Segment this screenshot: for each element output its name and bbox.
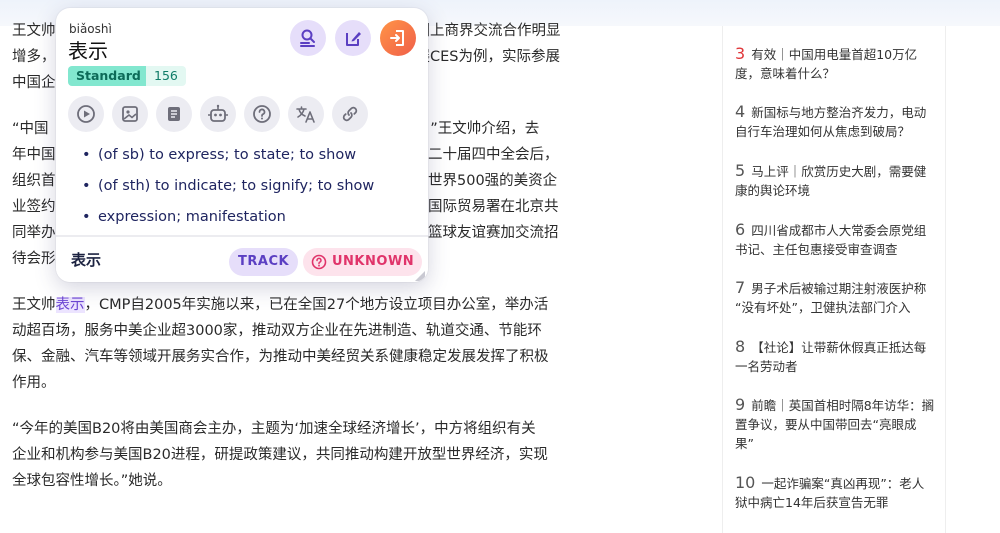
unknown-button[interactable]: UNKNOWN [303, 248, 423, 276]
help-circle-icon [311, 254, 327, 270]
dictionary-popup: biǎoshì 表示 Standard 156 • (of sb) to exp… [56, 8, 428, 282]
play-icon [77, 105, 95, 123]
exit-icon [390, 30, 404, 46]
rank-title: 果” [735, 436, 754, 451]
rank-title: 一名劳动者 [735, 359, 798, 374]
article-line: 王文帅表示，CMP自2005年实施以来，已在全国27个地方设立项目办公室，举办活 [12, 297, 549, 313]
document-icon [168, 107, 180, 121]
track-button[interactable]: TRACK [229, 248, 299, 276]
rank-number: 3 [735, 44, 746, 63]
resize-grip-icon[interactable] [415, 271, 425, 281]
help-icon [253, 105, 271, 123]
frequency-badge: 156 [146, 66, 186, 86]
ranking-item[interactable]: 3 有效｜中国用电量首超10万亿度，意味着什么？ [735, 44, 935, 83]
rank-title: 置争议，要从中国带回去“亮眼成 [735, 417, 917, 432]
article-paragraph: 王文帅表示，CMP自2005年实施以来，已在全国27个地方设立项目办公室，举办活… [12, 292, 587, 396]
level-badge: Standard [68, 66, 149, 86]
article-line: 全球包容性增长。”她说。 [12, 473, 172, 489]
image-icon [122, 106, 138, 122]
translate-icon [296, 106, 315, 123]
rank-title: 【社论】让带薪休假真正抵达每 [751, 340, 927, 355]
article-paragraph: “今年的美国B20将由美国商会主办，主题为‘加速全球经济增长’，中方将组织有关 … [12, 416, 587, 494]
ranking-item[interactable]: 10 一起诈骗案“真凶再现”：老人狱中病亡14年后获宣告无罪 [735, 473, 935, 512]
rank-title: 一起诈骗案“真凶再现”：老人 [761, 476, 925, 491]
edit-note-button[interactable] [335, 20, 371, 56]
rank-title: 自行车治理如何从焦虑到破局？ [735, 124, 911, 139]
definitions-list: (of sb) to express; to state; to show (o… [82, 143, 417, 236]
rank-title: “没有坏处”，卫健执法部门介入 [735, 300, 911, 315]
rank-number: 5 [735, 161, 746, 180]
ranking-item[interactable]: 8 【社论】让带薪休假真正抵达每一名劳动者 [735, 337, 935, 376]
rank-title: 康的舆论环境 [735, 183, 811, 198]
ranking-panel: 3 有效｜中国用电量首超10万亿度，意味着什么？ 4 新国标与地方整治齐发力，电动自… [722, 26, 946, 533]
popup-footer: 表示 TRACK UNKNOWN [56, 235, 428, 282]
link-icon [342, 106, 358, 122]
rank-title: 新国标与地方整治齐发力，电动 [751, 105, 927, 120]
translate-button[interactable] [288, 96, 324, 132]
rank-title: 书记、主任包惠接受审查调查 [735, 242, 898, 257]
play-audio-button[interactable] [68, 96, 104, 132]
article-line: 保、金融、汽车等领域开展务实合作，为推动中美经贸关系健康稳定发展发挥了积极 [12, 349, 549, 365]
rank-title: 狱中病亡14年后获宣告无罪 [735, 495, 889, 510]
article-line: 作用。 [12, 375, 56, 391]
highlighted-word[interactable]: 表示 [55, 297, 85, 313]
definition-item: (of sb) to express; to state; to show [82, 143, 417, 174]
ranking-item[interactable]: 4 新国标与地方整治齐发力，电动自行车治理如何从焦虑到破局？ [735, 102, 935, 141]
ranking-item[interactable]: 7 男子术后被输过期注射液医护称 “没有坏处”，卫健执法部门介入 [735, 278, 935, 317]
help-button[interactable] [244, 96, 280, 132]
robot-icon [208, 104, 228, 122]
rank-title: 前瞻｜英国首相时隔8年访华：搁 [751, 398, 935, 413]
headword: 表示 [68, 39, 108, 63]
definition-item: expression; manifestation [82, 205, 417, 236]
search-list-icon [300, 29, 315, 47]
ranking-item[interactable]: 6 四川省成都市人大常委会原党组书记、主任包惠接受审查调查 [735, 220, 935, 259]
ranking-item[interactable]: 9 前瞻｜英国首相时隔8年访华：搁置争议，要从中国带回去“亮眼成 果” [735, 395, 935, 453]
rank-title: 有效｜中国用电量首超10万亿 [751, 47, 918, 62]
rank-number: 10 [735, 473, 756, 492]
unknown-label: UNKNOWN [332, 254, 415, 269]
rank-title: 度，意味着什么？ [735, 66, 836, 81]
rank-number: 7 [735, 278, 746, 297]
rank-number: 6 [735, 220, 746, 239]
article-line: 企业和机构参与美国B20进程，研提政策建议，共同推动构建开放型世界经济，实现 [12, 447, 548, 463]
image-button[interactable] [112, 96, 148, 132]
rank-title: 马上评｜欣赏历史大剧，需要健 [751, 164, 927, 179]
rank-title: 男子术后被输过期注射液医护称 [751, 281, 927, 296]
document-button[interactable] [156, 96, 192, 132]
exit-button[interactable] [380, 20, 416, 56]
rank-title: 四川省成都市人大常委会原党组 [751, 223, 927, 238]
rank-number: 4 [735, 102, 746, 121]
ranking-item[interactable]: 5 马上评｜欣赏历史大剧，需要健康的舆论环境 [735, 161, 935, 200]
definition-item: (of sth) to indicate; to signify; to sho… [82, 174, 417, 205]
search-list-button[interactable] [290, 20, 326, 56]
footer-word: 表示 [71, 251, 102, 269]
rank-number: 8 [735, 337, 746, 356]
link-button[interactable] [332, 96, 368, 132]
rank-number: 9 [735, 395, 746, 414]
article-line: “今年的美国B20将由美国商会主办，主题为‘加速全球经济增长’，中方将组织有关 [12, 421, 536, 437]
pinyin: biǎoshì [69, 22, 112, 36]
ai-assistant-button[interactable] [200, 96, 236, 132]
edit-note-icon [346, 32, 361, 46]
article-line: 动超百场，服务中美企业超3000家，推动双方企业在先进制造、轨道交通、节能环 [12, 323, 542, 339]
